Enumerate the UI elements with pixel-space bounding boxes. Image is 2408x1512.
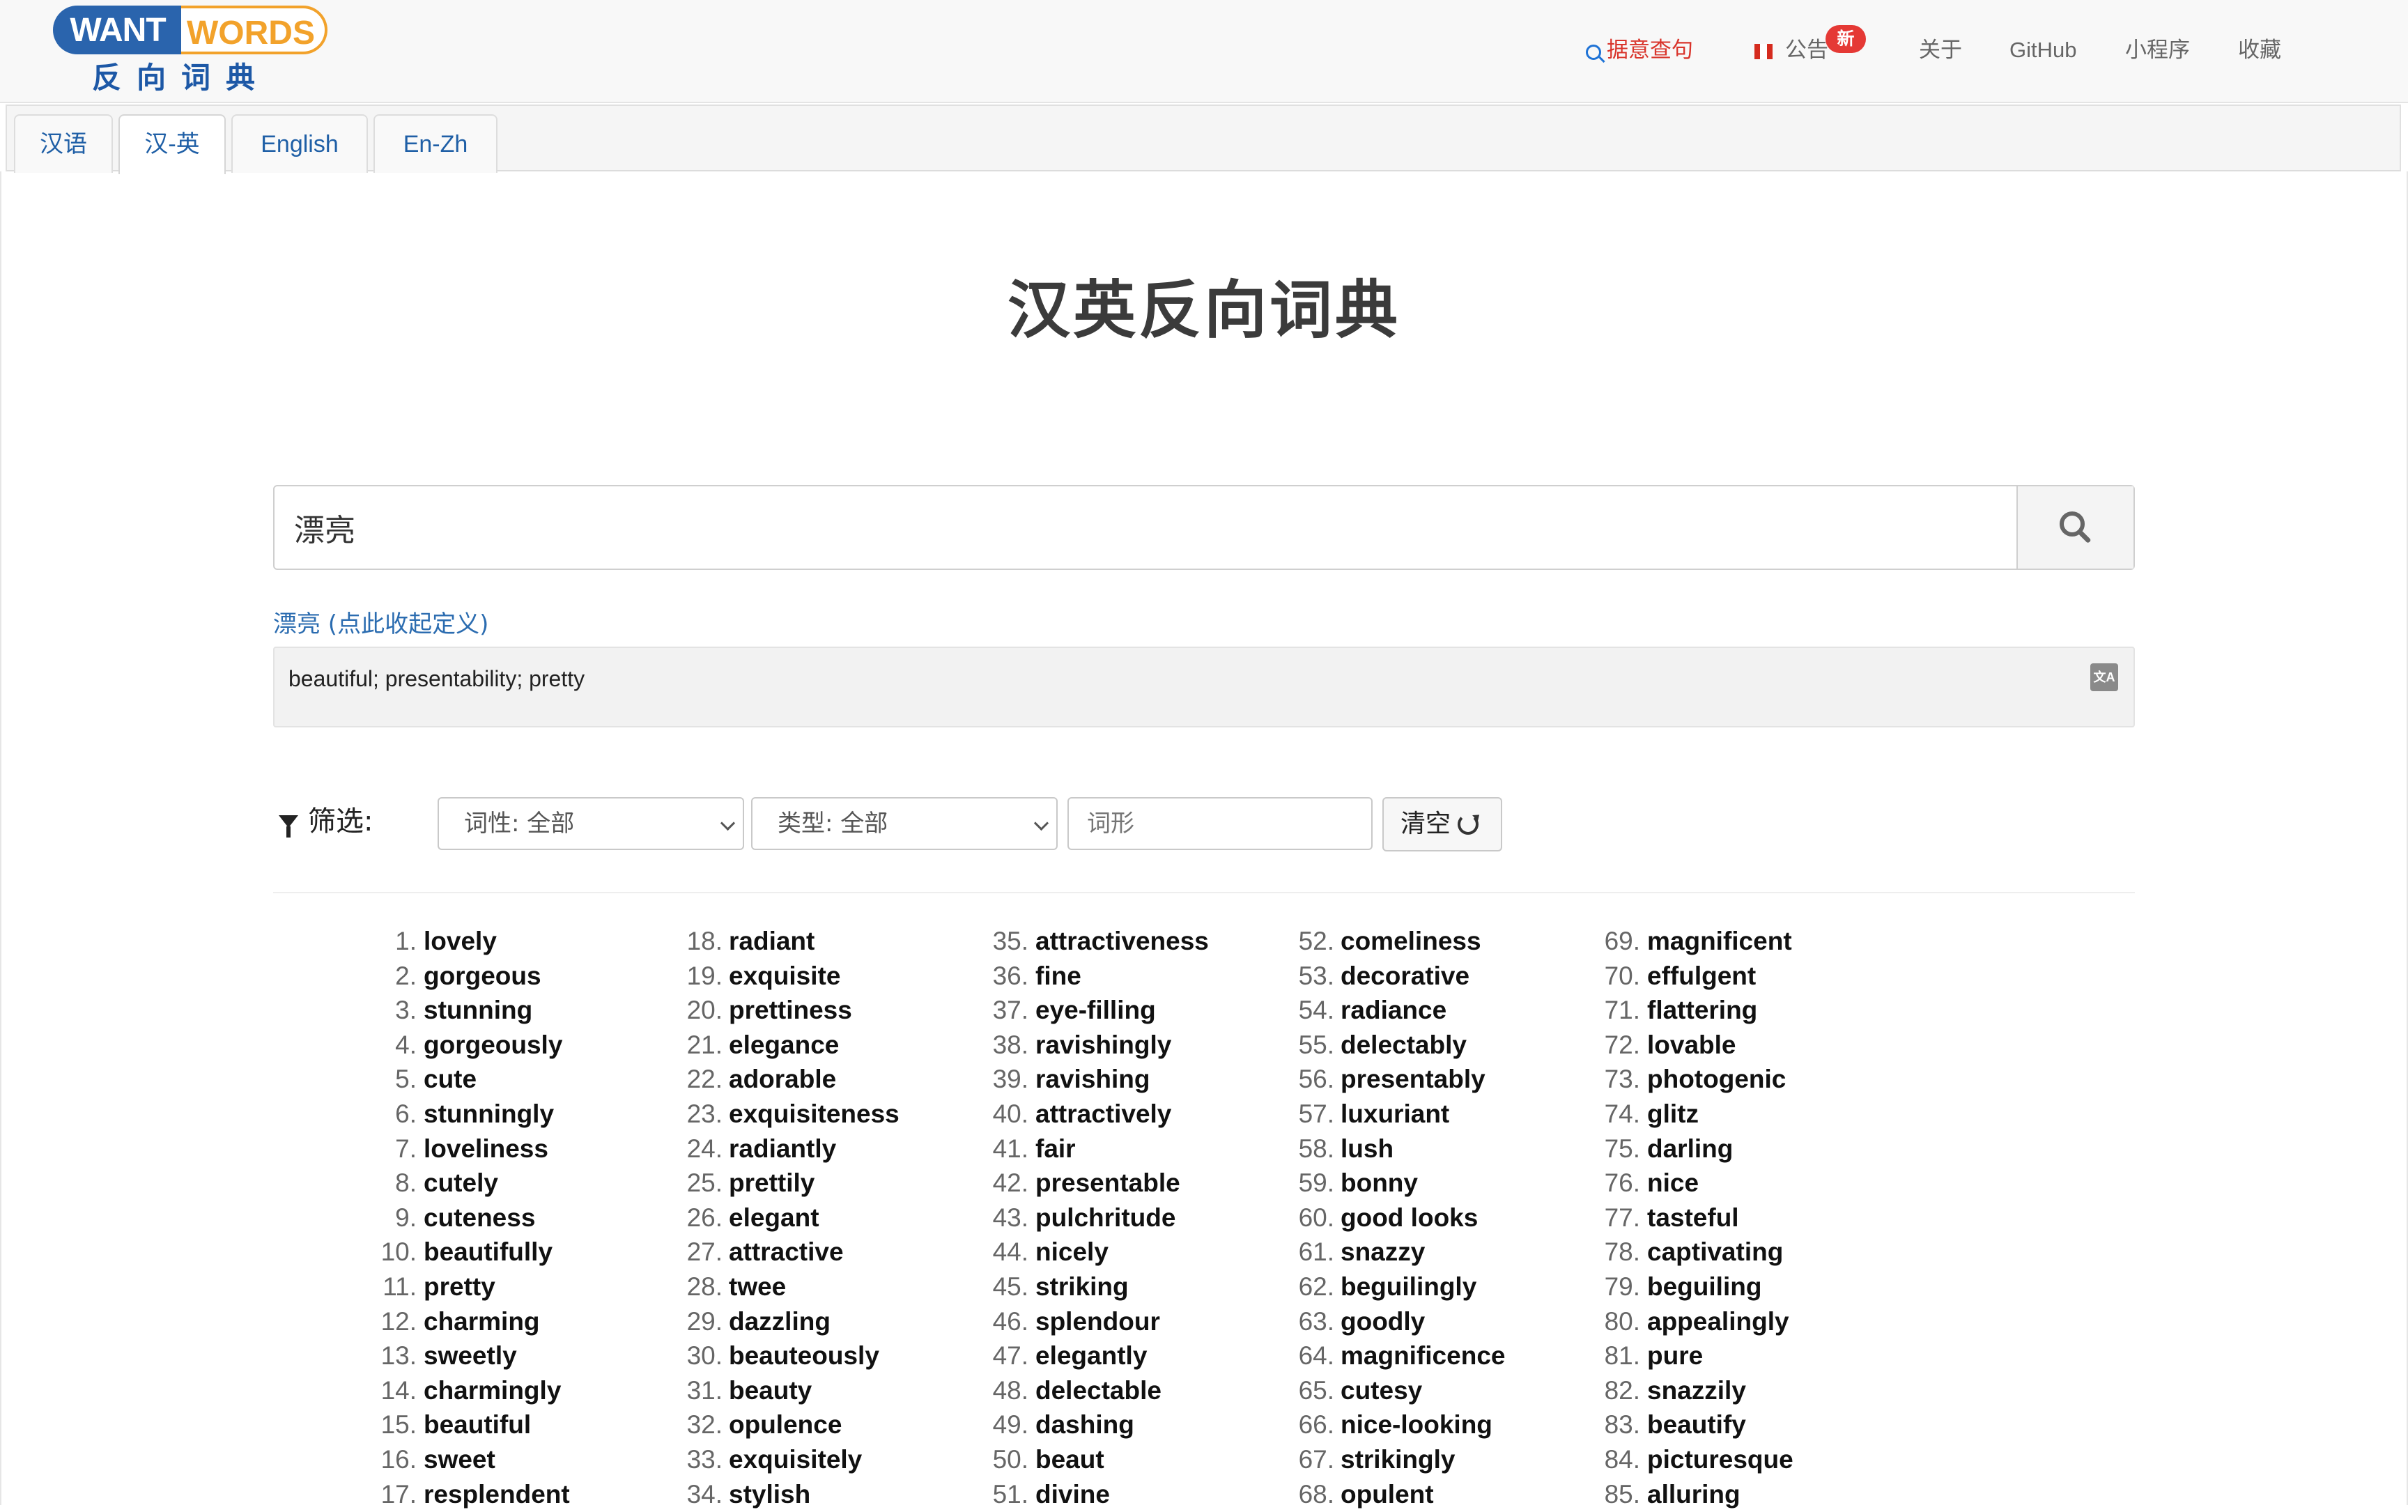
language-tabs: 汉语 汉-英 English En-Zh <box>6 105 2401 174</box>
result-word[interactable]: photogenic <box>1647 1062 1786 1097</box>
result-word[interactable]: magnificent <box>1647 924 1792 959</box>
result-item[interactable]: 71. flattering <box>0 993 2408 1028</box>
result-item[interactable]: 76. nice <box>0 1166 2408 1201</box>
search-box <box>273 485 2135 570</box>
result-item[interactable]: 79. beguiling <box>0 1270 2408 1304</box>
nav-miniprogram[interactable]: 小程序 <box>2125 33 2190 67</box>
result-index: 76. <box>1604 1168 1640 1198</box>
nav-about[interactable]: 关于 <box>1919 33 1962 67</box>
result-word[interactable]: lovable <box>1647 1028 1736 1063</box>
result-item[interactable]: 73. photogenic <box>0 1062 2408 1097</box>
nav-announcement-label: 公告 <box>1785 38 1828 62</box>
flag-icon <box>1754 44 1773 59</box>
result-item[interactable]: 80. appealingly <box>0 1304 2408 1339</box>
word-form-input[interactable] <box>1067 797 1373 850</box>
search-icon <box>2060 511 2085 537</box>
nav-github[interactable]: GitHub <box>2009 33 2076 67</box>
result-item[interactable]: 69. magnificent <box>0 924 2408 959</box>
nav-search-sentence[interactable]: 据意查句 <box>1586 33 1693 67</box>
search-icon <box>1586 45 1601 60</box>
result-item[interactable]: 75. darling <box>0 1132 2408 1166</box>
type-select-value: 类型: 全部 <box>778 810 888 838</box>
nav-search-sentence-label: 据意查句 <box>1607 38 1693 62</box>
result-word[interactable]: alluring <box>1647 1477 1741 1512</box>
result-word[interactable]: beautify <box>1647 1407 1746 1442</box>
result-index: 78. <box>1604 1237 1640 1267</box>
result-index: 81. <box>1604 1341 1640 1371</box>
filter-label-text: 筛选: <box>308 805 373 838</box>
chevron-down-icon <box>720 815 736 831</box>
result-index: 85. <box>1604 1479 1640 1509</box>
result-index: 84. <box>1604 1445 1640 1474</box>
tab-english[interactable]: English <box>231 114 368 173</box>
type-select[interactable]: 类型: 全部 <box>751 797 1058 850</box>
refresh-icon <box>1458 814 1479 835</box>
result-index: 79. <box>1604 1272 1640 1301</box>
result-index: 75. <box>1604 1134 1640 1163</box>
result-index: 71. <box>1604 996 1640 1025</box>
logo-words-text: WORDS <box>181 6 327 54</box>
new-badge: 新 <box>1826 25 1866 53</box>
search-button[interactable] <box>2016 486 2133 569</box>
result-index: 70. <box>1604 961 1640 990</box>
clear-button-label: 清空 <box>1400 810 1451 838</box>
result-item[interactable]: 72. lovable <box>0 1028 2408 1063</box>
wantwords-logo[interactable]: WANT WORDS 反向词典 <box>53 6 327 96</box>
result-word[interactable]: pure <box>1647 1339 1703 1373</box>
result-item[interactable]: 83. beautify <box>0 1407 2408 1442</box>
result-index: 80. <box>1604 1306 1640 1336</box>
result-word[interactable]: picturesque <box>1647 1442 1793 1477</box>
definition-text: beautiful; presentability; pretty <box>288 666 585 691</box>
result-word[interactable]: beguiling <box>1647 1270 1761 1304</box>
top-navbar: WANT WORDS 反向词典 据意查句 公告 新 关于 GitHub 小程序 … <box>0 0 2408 103</box>
result-item[interactable]: 82. snazzily <box>0 1373 2408 1408</box>
result-word[interactable]: nice <box>1647 1166 1699 1201</box>
definition-box: beautiful; presentability; pretty 文A <box>273 647 2135 727</box>
definition-toggle[interactable]: 漂亮 (点此收起定义) <box>273 605 488 639</box>
result-item[interactable]: 78. captivating <box>0 1235 2408 1270</box>
filter-icon <box>279 815 298 838</box>
result-index: 69. <box>1604 927 1640 955</box>
result-item[interactable]: 70. effulgent <box>0 959 2408 994</box>
chevron-down-icon <box>1033 815 1049 831</box>
result-index: 77. <box>1604 1203 1640 1232</box>
nav-announcement[interactable]: 公告 <box>1754 33 1828 67</box>
result-index: 74. <box>1604 1100 1640 1128</box>
search-input[interactable] <box>275 486 2016 569</box>
result-word[interactable]: captivating <box>1647 1235 1783 1270</box>
tab-en-zh[interactable]: En-Zh <box>373 114 497 173</box>
result-word[interactable]: glitz <box>1647 1097 1699 1132</box>
result-item[interactable]: 84. picturesque <box>0 1442 2408 1477</box>
result-item[interactable]: 77. tasteful <box>0 1201 2408 1235</box>
result-word[interactable]: appealingly <box>1647 1304 1789 1339</box>
filter-label: 筛选: <box>279 799 373 839</box>
result-index: 82. <box>1604 1375 1640 1405</box>
result-item[interactable]: 81. pure <box>0 1339 2408 1373</box>
result-item[interactable]: 85. alluring <box>0 1477 2408 1512</box>
results-grid: 1. lovely 2. gorgeous 3. stunning 4. gorgeously… <box>0 921 2408 1509</box>
page-title: 汉英反向词典 <box>1008 273 1400 347</box>
result-word[interactable]: effulgent <box>1647 959 1756 994</box>
nav-favorites[interactable]: 收藏 <box>2238 33 2281 67</box>
result-item[interactable]: 74. glitz <box>0 1097 2408 1132</box>
result-index: 83. <box>1604 1410 1640 1440</box>
divider <box>273 892 2135 893</box>
tab-zh-en[interactable]: 汉-英 <box>118 114 226 174</box>
result-index: 72. <box>1604 1030 1640 1059</box>
result-index: 73. <box>1604 1065 1640 1094</box>
translate-icon[interactable]: 文A <box>2090 663 2118 691</box>
result-word[interactable]: flattering <box>1647 993 1757 1028</box>
tab-chinese[interactable]: 汉语 <box>14 114 113 173</box>
result-word[interactable]: tasteful <box>1647 1201 1739 1235</box>
logo-want-text: WANT <box>53 6 183 54</box>
result-word[interactable]: snazzily <box>1647 1373 1746 1408</box>
result-word[interactable]: darling <box>1647 1132 1733 1166</box>
pos-select-value: 词性: 全部 <box>464 810 575 838</box>
logo-subtitle: 反向词典 <box>92 61 271 95</box>
clear-button[interactable]: 清空 <box>1382 797 1502 851</box>
pos-select[interactable]: 词性: 全部 <box>438 797 744 850</box>
